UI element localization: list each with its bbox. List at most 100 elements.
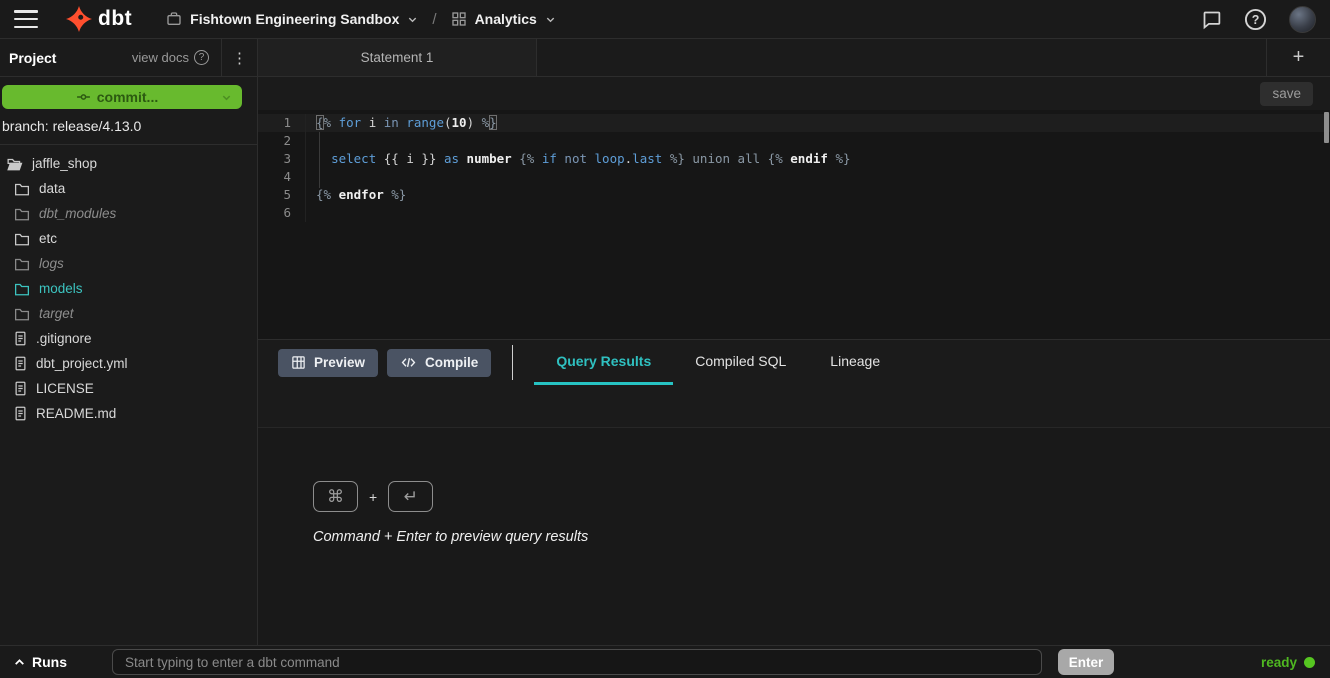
line-number: 2 <box>258 132 306 150</box>
file-icon <box>14 381 27 396</box>
help-circle-icon: ? <box>194 50 209 65</box>
indent-guide <box>319 132 320 188</box>
new-tab-button[interactable]: + <box>1266 39 1330 76</box>
line-number: 1 <box>258 114 306 132</box>
tree-item-data[interactable]: data <box>0 176 257 201</box>
main-area: Project view docs ? ⋮ commit... branch: … <box>0 39 1330 645</box>
results-tabs: Query ResultsCompiled SQLLineage <box>534 340 902 385</box>
user-avatar[interactable] <box>1289 6 1316 33</box>
project-selector[interactable]: Analytics <box>451 11 556 27</box>
code-line-text: {% endfor %} <box>306 186 406 204</box>
toolbar-divider <box>512 345 513 380</box>
save-button[interactable]: save <box>1260 82 1313 106</box>
briefcase-icon <box>166 11 182 27</box>
hamburger-menu-icon[interactable] <box>14 10 38 28</box>
results-tab-compiled-sql[interactable]: Compiled SQL <box>673 340 808 385</box>
svg-text:?: ? <box>1252 12 1260 26</box>
editor-panel: Statement 1 + save 1{% for i in range(10… <box>258 39 1330 645</box>
code-line-1[interactable]: 1{% for i in range(10) %} <box>258 114 1330 132</box>
view-docs-link[interactable]: view docs ? <box>132 50 221 65</box>
preview-label: Preview <box>314 355 365 370</box>
tree-item-logs[interactable]: logs <box>0 251 257 276</box>
sidebar-header: Project view docs ? ⋮ <box>0 39 257 77</box>
tree-item-label: dbt_project.yml <box>36 356 128 371</box>
code-line-text: select {{ i }} as number {% if not loop.… <box>306 150 851 168</box>
tree-item-label: target <box>39 306 74 321</box>
chevron-down-icon <box>407 14 418 25</box>
tree-item-label: logs <box>39 256 64 271</box>
file-explorer-sidebar: Project view docs ? ⋮ commit... branch: … <box>0 39 258 645</box>
command-bar: Runs Enter ready <box>0 645 1330 678</box>
tree-item-label: etc <box>39 231 57 246</box>
project-name: Analytics <box>475 11 537 27</box>
folder-icon <box>14 207 30 221</box>
tree-item-dbt-modules[interactable]: dbt_modules <box>0 201 257 226</box>
folder-open-icon <box>6 157 23 171</box>
code-line-text <box>306 168 316 186</box>
kebab-menu-icon[interactable]: ⋮ <box>221 39 257 77</box>
code-line-4[interactable]: 4 <box>258 168 1330 186</box>
folder-icon <box>14 182 30 196</box>
editor-scrollbar[interactable] <box>1324 112 1329 143</box>
results-subheader <box>258 385 1330 428</box>
chevron-down-icon <box>221 92 232 103</box>
tree-item-target[interactable]: target <box>0 301 257 326</box>
shortcut-hint-text: Command + Enter to preview query results <box>313 529 588 545</box>
preview-button[interactable]: Preview <box>278 349 378 377</box>
commit-button[interactable]: commit... <box>2 85 242 109</box>
tree-item-license[interactable]: LICENSE <box>0 376 257 401</box>
results-toolbar: Preview Compile Query ResultsCompiled SQ… <box>258 339 1330 385</box>
code-editor[interactable]: 1{% for i in range(10) %}23 select {{ i … <box>258 110 1330 339</box>
dbt-command-input[interactable] <box>112 649 1042 675</box>
folder-icon <box>14 307 30 321</box>
chat-icon[interactable] <box>1201 9 1222 30</box>
code-line-3[interactable]: 3 select {{ i }} as number {% if not loo… <box>258 150 1330 168</box>
tree-item-models[interactable]: models <box>0 276 257 301</box>
file-icon <box>14 331 27 346</box>
code-line-text <box>306 204 316 222</box>
code-line-5[interactable]: 5{% endfor %} <box>258 186 1330 204</box>
enter-button[interactable]: Enter <box>1058 649 1114 675</box>
tree-item-jaffle-shop[interactable]: jaffle_shop <box>0 151 257 176</box>
file-icon <box>14 406 27 421</box>
code-line-text <box>306 132 316 150</box>
account-selector[interactable]: Fishtown Engineering Sandbox <box>166 11 418 27</box>
branch-label: branch: release/4.13.0 <box>0 109 257 145</box>
tree-item-dbt-project-yml[interactable]: dbt_project.yml <box>0 351 257 376</box>
tree-item-label: models <box>39 281 83 296</box>
tree-item-readme-md[interactable]: README.md <box>0 401 257 426</box>
top-bar: dbt Fishtown Engineering Sandbox / Analy… <box>0 0 1330 39</box>
command-key-icon: ⌘ <box>313 481 358 512</box>
tree-item--gitignore[interactable]: .gitignore <box>0 326 257 351</box>
topbar-actions: ? <box>1201 6 1316 33</box>
runs-toggle[interactable]: Runs <box>13 654 112 670</box>
dbt-logo: dbt <box>66 6 132 32</box>
sidebar-title: Project <box>9 50 56 66</box>
status-label: ready <box>1261 655 1297 670</box>
code-line-6[interactable]: 6 <box>258 204 1330 222</box>
code-line-2[interactable]: 2 <box>258 132 1330 150</box>
tree-item-label: dbt_modules <box>39 206 116 221</box>
shortcut-hint: ⌘+↵ Command + Enter to preview query res… <box>313 481 588 545</box>
results-tab-query-results[interactable]: Query Results <box>534 340 673 385</box>
dbt-logo-icon <box>66 6 92 32</box>
editor-tab-bar: Statement 1 + <box>258 39 1330 77</box>
line-number: 5 <box>258 186 306 204</box>
tab-statement-1[interactable]: Statement 1 <box>258 39 537 76</box>
help-icon[interactable]: ? <box>1244 8 1267 31</box>
code-icon <box>400 355 417 370</box>
view-docs-label: view docs <box>132 50 189 65</box>
breadcrumb-separator: / <box>432 11 436 28</box>
results-tab-lineage[interactable]: Lineage <box>808 340 902 385</box>
folder-icon <box>14 257 30 271</box>
tree-item-label: data <box>39 181 65 196</box>
compile-button[interactable]: Compile <box>387 349 491 377</box>
tree-item-etc[interactable]: etc <box>0 226 257 251</box>
editor-toolbar: save <box>258 77 1330 110</box>
line-number: 6 <box>258 204 306 222</box>
breadcrumb: Fishtown Engineering Sandbox / Analytics <box>166 11 556 28</box>
table-icon <box>291 355 306 370</box>
tree-item-label: .gitignore <box>36 331 92 346</box>
enter-key-icon: ↵ <box>388 481 433 512</box>
chevron-up-icon <box>13 656 26 669</box>
